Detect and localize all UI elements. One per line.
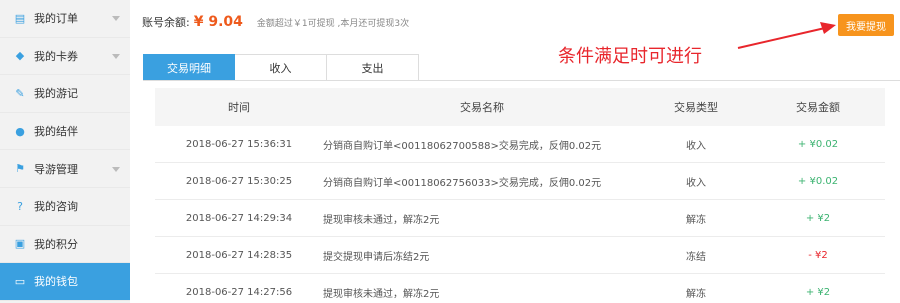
cell-type: 收入: [686, 177, 706, 189]
sidebar-item-label: 我的钱包: [34, 275, 78, 289]
sidebar-item-label: 我的积分: [34, 237, 78, 251]
tab-income[interactable]: 收入: [235, 54, 327, 80]
sidebar-item[interactable]: ▭ 我的钱包: [0, 263, 130, 301]
balance-value: ¥ 9.04: [193, 14, 243, 30]
cell-amount: + ¥2: [805, 212, 831, 224]
cell-time: 2018-06-27 15:30:25: [185, 175, 293, 187]
cell-type: 解冻: [686, 214, 706, 226]
wallet-icon: ▭: [14, 274, 26, 288]
question-icon: ?: [17, 199, 23, 213]
cell-time: 2018-06-27 14:27:56: [185, 286, 293, 298]
table-row: 2018-06-27 15:30:25 分销商自购订单<001180627560…: [155, 163, 885, 200]
divider: [143, 80, 900, 81]
sidebar-item-label: 我的卡券: [34, 49, 78, 63]
cell-type: 冻结: [686, 251, 706, 263]
withdraw-button[interactable]: 我要提现: [838, 14, 894, 36]
table-row: 2018-06-27 14:28:35 提交提现申请后冻结2元 冻结 - ¥2: [155, 237, 885, 274]
document-icon: ▤: [14, 11, 26, 25]
annotation-text: 条件满足时可进行: [558, 46, 702, 67]
tab-bar: 交易明细 收入 支出: [143, 54, 419, 80]
balance-row: 账号余额: ¥ 9.04 金额超过￥1可提现 ,本月还可提现3次: [142, 14, 409, 30]
sidebar-item-label: 导游管理: [34, 162, 78, 176]
main-content: 账号余额: ¥ 9.04 金额超过￥1可提现 ,本月还可提现3次 我要提现 条件…: [130, 0, 900, 303]
table-row: 2018-06-27 15:36:31 分销商自购订单<001180627005…: [155, 126, 885, 163]
tag-icon: ◆: [15, 49, 25, 63]
header-time: 时间: [228, 101, 250, 114]
sidebar-item-label: 我的咨询: [34, 200, 78, 214]
sidebar-item-label: 我的订单: [34, 12, 78, 26]
tab-expense[interactable]: 支出: [327, 54, 419, 80]
tab-transactions[interactable]: 交易明细: [143, 54, 235, 80]
header-amount: 交易金额: [796, 101, 840, 114]
cell-type: 解冻: [686, 288, 706, 300]
sidebar-item[interactable]: ▤ 我的订单: [0, 0, 130, 38]
cell-name: 提交提现申请后冻结2元: [323, 251, 430, 263]
pencil-icon: ✎: [15, 86, 25, 100]
cell-name: 分销商自购订单<00118062700588>交易完成，反佣0.02元: [323, 140, 602, 152]
cell-time: 2018-06-27 15:36:31: [185, 138, 293, 150]
sidebar-item[interactable]: ⚑ 导游管理: [0, 150, 130, 188]
balance-note: 金额超过￥1可提现 ,本月还可提现3次: [256, 19, 410, 29]
header-name: 交易名称: [460, 101, 504, 114]
sidebar-item-label: 我的结伴: [34, 125, 78, 139]
sidebar-item[interactable]: ✎ 我的游记: [0, 75, 130, 113]
cell-time: 2018-06-27 14:29:34: [185, 212, 293, 224]
cell-amount: + ¥0.02: [797, 138, 839, 150]
cell-name: 提现审核未通过，解冻2元: [323, 214, 440, 226]
cell-name: 分销商自购订单<00118062756033>交易完成，反佣0.02元: [323, 177, 602, 189]
sidebar-item-label: 我的游记: [34, 87, 78, 101]
sidebar-item[interactable]: ▣ 我的积分: [0, 226, 130, 264]
chevron-down-icon: [112, 16, 120, 22]
table-row: 2018-06-27 14:29:34 提现审核未通过，解冻2元 解冻 + ¥2: [155, 200, 885, 237]
header-type: 交易类型: [674, 101, 718, 114]
sidebar-item[interactable]: ◆ 我的卡券: [0, 38, 130, 76]
gift-icon: ▣: [14, 237, 26, 251]
chevron-down-icon: [112, 53, 120, 59]
sidebar-item[interactable]: ? 我的咨询: [0, 188, 130, 226]
sidebar: ▤ 我的订单 ◆ 我的卡券 ✎ 我的游记 ● 我的结伴 ⚑ 导游管理 ? 我的咨询 ▣ 我的积…: [0, 0, 130, 303]
sidebar-item[interactable]: ● 我的结伴: [0, 113, 130, 151]
table-row: 2018-06-27 14:27:56 提现审核未通过，解冻2元 解冻 + ¥2: [155, 274, 885, 303]
transactions-table: 时间 交易名称 交易类型 交易金额 2018-06-27 15:36:31 分销…: [155, 88, 885, 303]
cell-amount: - ¥2: [808, 249, 828, 261]
cell-name: 提现审核未通过，解冻2元: [323, 288, 440, 300]
balance-label: 账号余额:: [142, 16, 190, 29]
cell-amount: + ¥0.02: [797, 175, 839, 187]
users-icon: ●: [15, 124, 25, 138]
cell-amount: + ¥2: [805, 286, 831, 298]
table-header: 时间 交易名称 交易类型 交易金额: [155, 88, 885, 126]
cell-type: 收入: [686, 140, 706, 152]
cell-time: 2018-06-27 14:28:35: [185, 249, 293, 261]
chevron-down-icon: [112, 166, 120, 172]
flag-icon: ⚑: [15, 162, 25, 176]
